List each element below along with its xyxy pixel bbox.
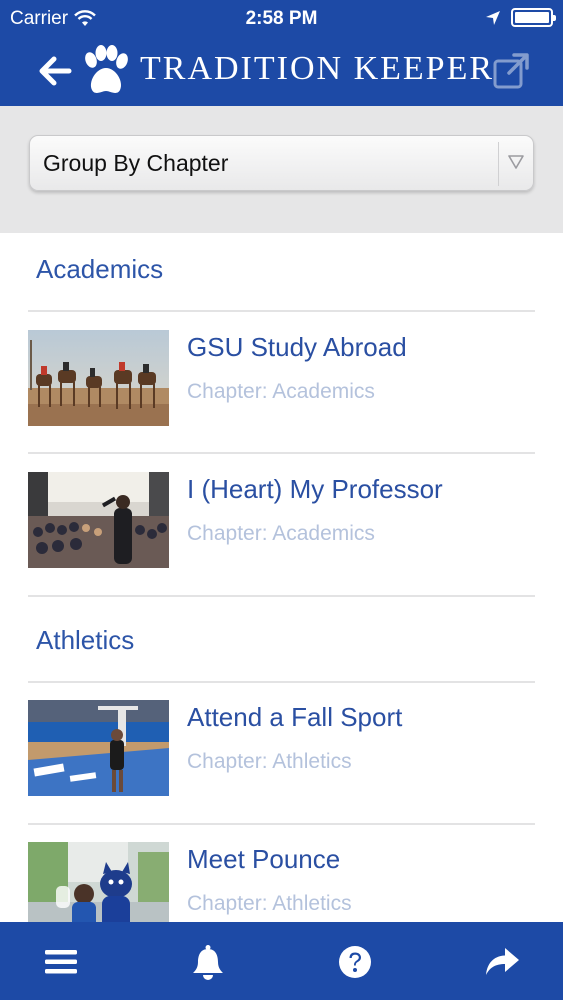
group-by-select[interactable]: Group By Chapter <box>29 135 534 191</box>
location-arrow-icon <box>486 10 500 25</box>
app-header: Carrier 2:58 PM TRADITION KEEPER <box>0 0 563 106</box>
app-title: TRADITION KEEPER <box>140 50 495 87</box>
paw-logo-icon <box>85 45 128 93</box>
share-icon <box>486 948 519 975</box>
study-abroad-thumbnail <box>28 330 169 426</box>
item-title: GSU Study Abroad <box>187 332 407 362</box>
battery-icon <box>511 8 556 27</box>
menu-button[interactable] <box>37 938 85 986</box>
item-chapter: Chapter: Academics <box>187 522 375 545</box>
divider <box>28 595 535 597</box>
fall-sport-thumbnail <box>28 700 169 796</box>
notifications-button[interactable] <box>184 938 232 986</box>
divider <box>28 310 535 312</box>
bell-icon <box>193 945 223 980</box>
navbar: TRADITION KEEPER <box>0 38 563 106</box>
list-item-attend-a-fall-sport[interactable]: Attend a Fall Sport Chapter: Athletics <box>28 700 535 796</box>
list-item-gsu-study-abroad[interactable]: GSU Study Abroad Chapter: Academics <box>28 330 535 426</box>
divider <box>28 452 535 454</box>
status-bar: Carrier 2:58 PM <box>0 0 563 38</box>
back-arrow-icon <box>39 56 72 86</box>
item-chapter: Chapter: Academics <box>187 380 375 403</box>
item-chapter: Chapter: Athletics <box>187 892 352 915</box>
help-icon <box>339 946 371 978</box>
section-header-athletics: Athletics <box>36 625 135 655</box>
divider <box>28 681 535 683</box>
status-time: 2:58 PM <box>245 8 318 29</box>
chevron-down-icon <box>508 155 524 169</box>
divider <box>28 823 535 825</box>
bottom-toolbar <box>0 922 563 1000</box>
professor-thumbnail <box>28 472 169 568</box>
status-right <box>485 8 556 27</box>
item-chapter: Chapter: Athletics <box>187 750 352 773</box>
menu-icon <box>45 950 77 974</box>
item-title: Meet Pounce <box>187 844 341 874</box>
back-button[interactable] <box>34 50 76 92</box>
help-button[interactable] <box>331 938 379 986</box>
share-button[interactable] <box>478 938 526 986</box>
external-share-icon[interactable] <box>492 52 530 90</box>
section-header-academics: Academics <box>36 254 164 284</box>
select-divider <box>498 142 499 186</box>
group-by-select-value: Group By Chapter <box>43 150 229 176</box>
item-title: Attend a Fall Sport <box>187 702 403 732</box>
filter-area: Group By Chapter <box>0 106 563 233</box>
item-title: I (Heart) My Professor <box>187 474 443 504</box>
list-item-i-heart-my-professor[interactable]: I (Heart) My Professor Chapter: Academic… <box>28 472 535 568</box>
